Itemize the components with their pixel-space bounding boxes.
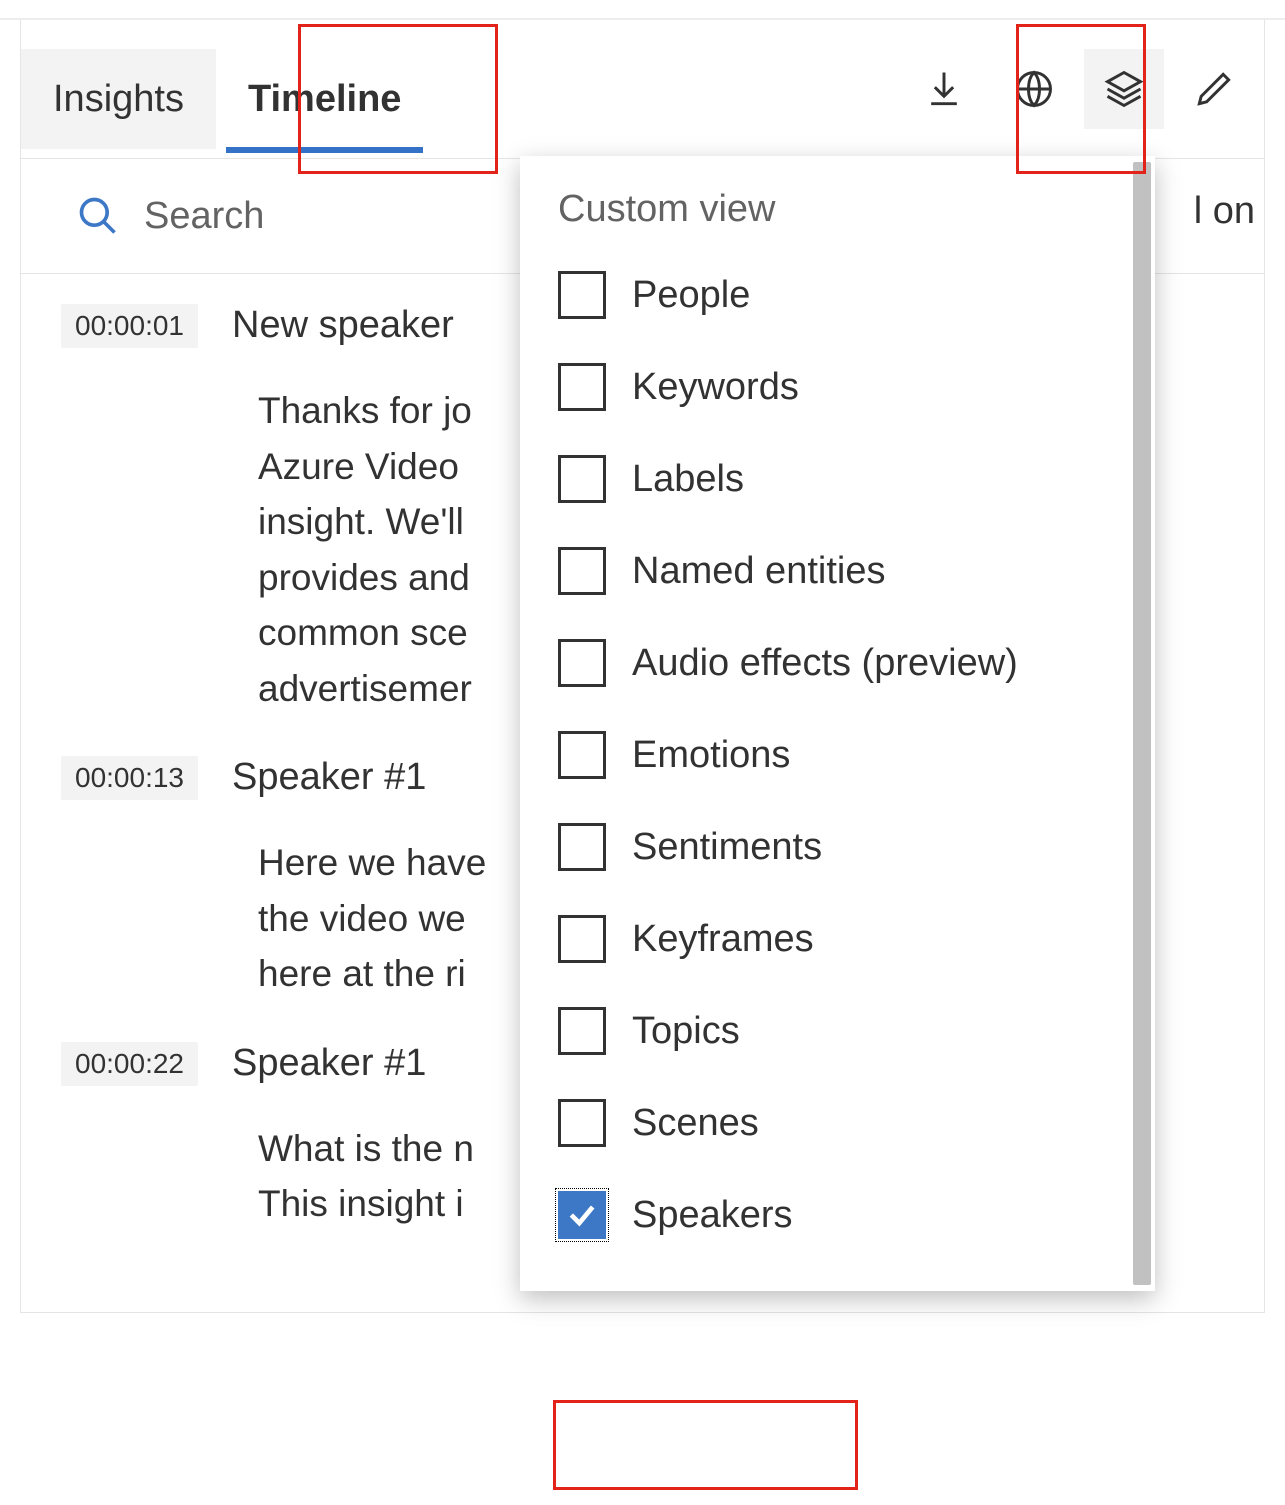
dropdown-item-label: Named entities [632,550,885,593]
dropdown-item-sentiments[interactable]: Sentiments [520,801,1155,893]
dropdown-item-label: Sentiments [632,826,822,869]
check-icon [566,1199,598,1231]
dropdown-item-label: Speakers [632,1194,793,1237]
pencil-icon [1192,67,1236,111]
checkbox[interactable] [558,1007,606,1055]
dropdown-item-scenes[interactable]: Scenes [520,1077,1155,1169]
timestamp: 00:00:22 [61,1042,198,1086]
download-button[interactable] [904,49,984,129]
dropdown-item-label: Keywords [632,366,799,409]
dropdown-item-people[interactable]: People [520,249,1155,341]
checkbox[interactable] [558,639,606,687]
tab-timeline[interactable]: Timeline [216,49,433,149]
dropdown-scrollbar[interactable] [1133,162,1151,1285]
timestamp: 00:00:01 [61,304,198,348]
dropdown-title: Custom view [520,188,1155,249]
dropdown-item-label: People [632,274,750,317]
highlight-box [553,1400,858,1490]
dropdown-item-topics[interactable]: Topics [520,985,1155,1077]
dropdown-item-keywords[interactable]: Keywords [520,341,1155,433]
language-button[interactable] [994,49,1074,129]
checkbox[interactable] [558,823,606,871]
checkbox[interactable] [558,271,606,319]
checkbox[interactable] [558,915,606,963]
checkbox[interactable] [558,1099,606,1147]
checkbox[interactable] [558,363,606,411]
search-icon [76,194,120,238]
dropdown-item-labels[interactable]: Labels [520,433,1155,525]
dropdown-item-keyframes[interactable]: Keyframes [520,893,1155,985]
dropdown-item-label: Scenes [632,1102,759,1145]
edit-button[interactable] [1174,49,1254,129]
dropdown-item-speakers[interactable]: Speakers [520,1169,1155,1261]
checkbox[interactable] [558,547,606,595]
custom-view-dropdown: Custom view People Keywords Labels Named en… [520,156,1155,1291]
view-options-button[interactable] [1084,49,1164,129]
checkbox[interactable] [558,731,606,779]
dropdown-item-emotions[interactable]: Emotions [520,709,1155,801]
checkbox[interactable] [558,1191,606,1239]
timestamp: 00:00:13 [61,756,198,800]
dropdown-item-label: Keyframes [632,918,814,961]
globe-icon [1012,67,1056,111]
dropdown-item-named-entities[interactable]: Named entities [520,525,1155,617]
obscured-text: l on [1194,190,1255,233]
layers-icon [1102,67,1146,111]
tab-row: Insights Timeline [21,20,1264,159]
download-icon [922,67,966,111]
checkbox[interactable] [558,455,606,503]
tab-insights[interactable]: Insights [21,49,216,149]
dropdown-item-label: Audio effects (preview) [632,642,1018,685]
dropdown-item-label: Emotions [632,734,790,777]
dropdown-item-audio-effects-preview-[interactable]: Audio effects (preview) [520,617,1155,709]
dropdown-item-label: Labels [632,458,744,501]
dropdown-item-label: Topics [632,1010,740,1053]
